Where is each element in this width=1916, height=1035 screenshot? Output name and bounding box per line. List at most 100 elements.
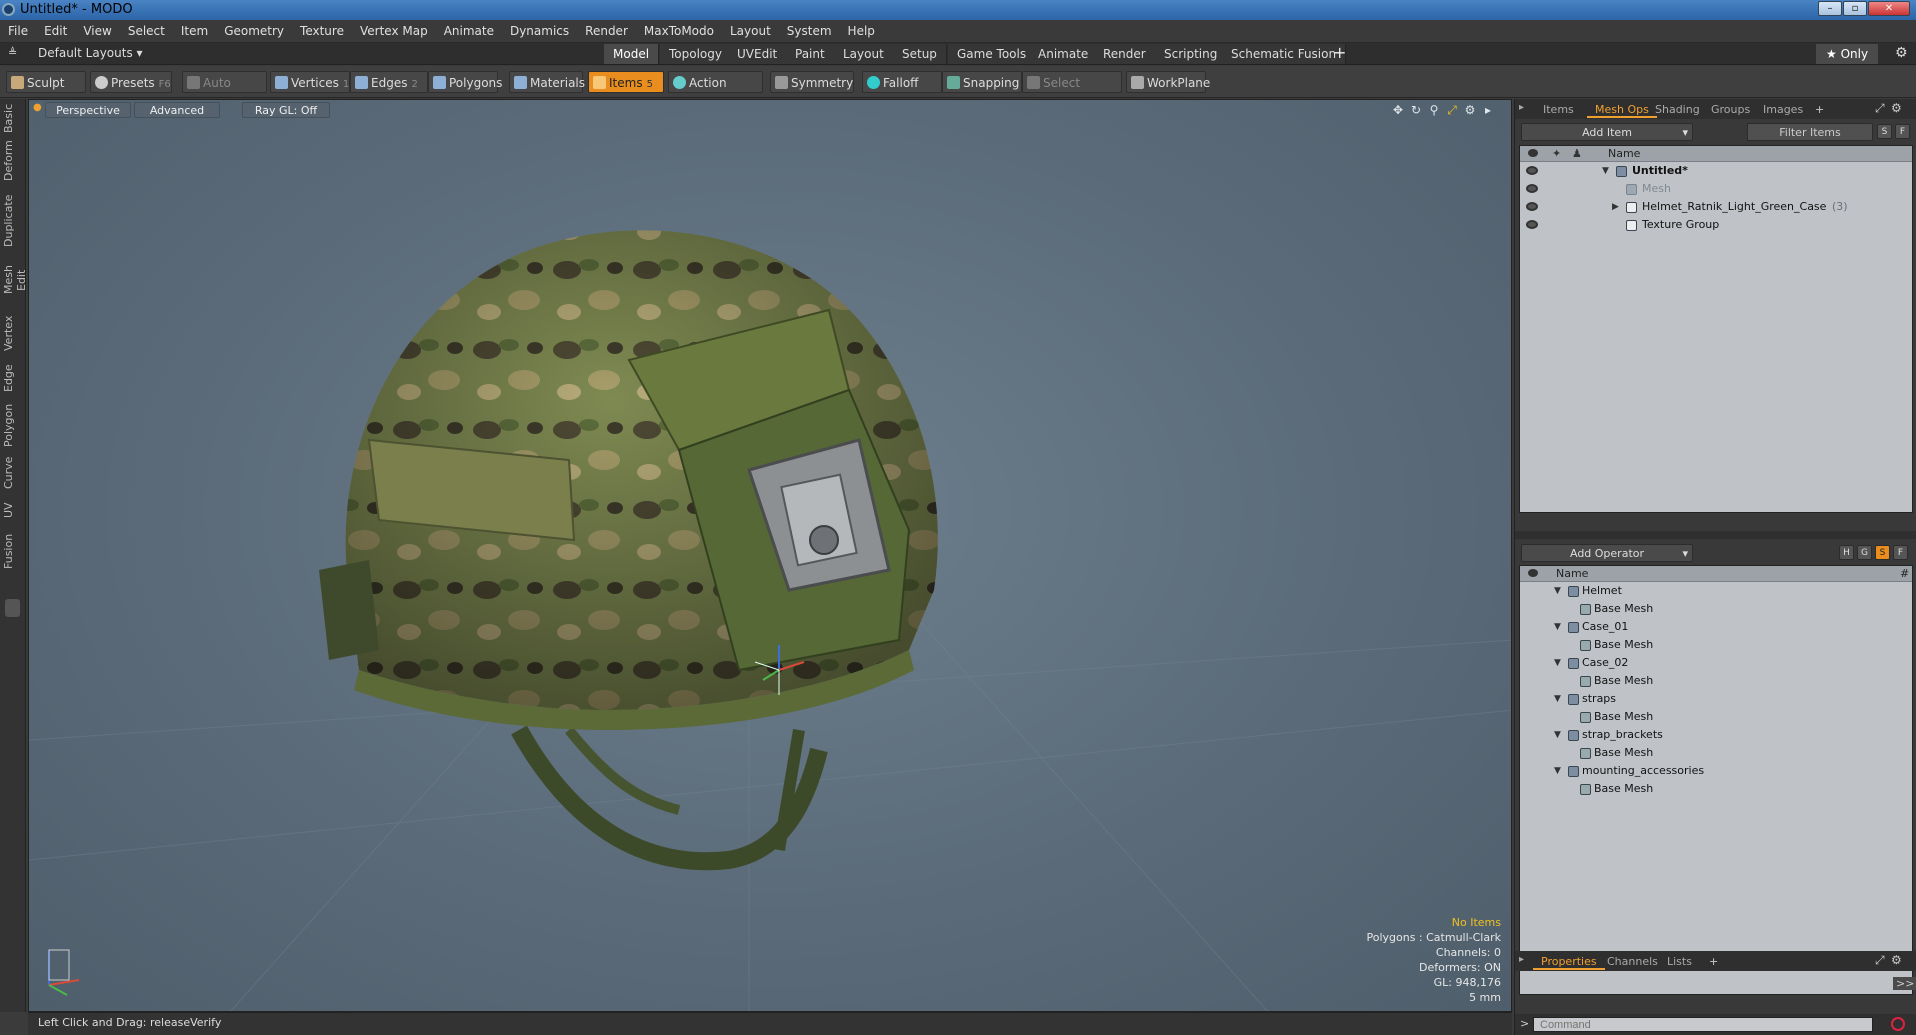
minimize-button[interactable]: – [1818, 1, 1842, 16]
vtab-basic[interactable]: Basic [2, 103, 24, 133]
collapse-arrow-icon[interactable]: ▼ [1554, 582, 1561, 600]
tab-groups[interactable]: Groups [1703, 101, 1758, 118]
f-toggle-button[interactable]: F [1895, 124, 1910, 139]
expand-panel-button[interactable]: >> [1893, 977, 1916, 990]
menu-system[interactable]: System [779, 20, 840, 43]
tab-model[interactable]: Model [604, 44, 660, 64]
materials-button[interactable]: Materials [509, 71, 585, 93]
menu-help[interactable]: Help [840, 20, 883, 43]
meshop-row-mounting-accessories[interactable]: ▼ mounting_accessories [1520, 762, 1912, 780]
menu-view[interactable]: View [75, 20, 119, 43]
3d-viewport[interactable]: ● Perspective Advanced Ray GL: Off ✥ ↻ ⚲… [28, 99, 1512, 1012]
polygons-button[interactable]: Polygons [428, 71, 502, 93]
only-button[interactable]: ★ Only [1816, 44, 1879, 64]
vertices-button[interactable]: Vertices 1 [270, 71, 350, 93]
meshop-row-base-mesh[interactable]: Base Mesh [1520, 780, 1912, 798]
tab-properties[interactable]: Properties [1533, 953, 1605, 970]
item-row-mesh[interactable]: Mesh [1520, 180, 1912, 198]
collapse-arrow-icon[interactable]: ▼ [1554, 726, 1561, 744]
s-active-toggle-button[interactable]: S [1875, 545, 1890, 560]
vtab-mesh-edit[interactable]: Mesh Edit [2, 255, 28, 305]
tab-channels[interactable]: Channels [1599, 953, 1666, 970]
menu-geometry[interactable]: Geometry [216, 20, 292, 43]
tab-setup[interactable]: Setup [893, 44, 947, 64]
item-row-scene[interactable]: ▼ Untitled* [1520, 162, 1912, 180]
layout-selector[interactable]: Default Layouts ▾ [38, 46, 143, 60]
menu-vertex-map[interactable]: Vertex Map [352, 20, 436, 43]
tab-animate[interactable]: Animate [1029, 44, 1099, 64]
collapse-arrow-icon[interactable]: ▼ [1554, 762, 1561, 780]
panel-gear-icon[interactable]: ⚙ [1891, 101, 1902, 115]
vtab-fusion[interactable]: Fusion [2, 531, 24, 571]
visibility-eye-icon[interactable] [1526, 166, 1538, 175]
tab-schematic-fusion[interactable]: Schematic Fusion [1222, 44, 1347, 64]
vtab-deform[interactable]: Deform [2, 140, 24, 181]
s-toggle-button[interactable]: S [1877, 124, 1892, 139]
menu-file[interactable]: File [0, 20, 36, 43]
menu-item[interactable]: Item [173, 20, 216, 43]
meshop-row-base-mesh[interactable]: Base Mesh [1520, 636, 1912, 654]
panel-menu-icon[interactable]: ▸ [1519, 102, 1524, 113]
expand-icon[interactable]: ⤢ [1875, 101, 1885, 116]
vtab-duplicate[interactable]: Duplicate [2, 195, 24, 247]
expand-arrow-icon[interactable]: ▶ [1612, 198, 1619, 216]
collapse-arrow-icon[interactable]: ▼ [1602, 162, 1609, 180]
meshop-row-strap-brackets[interactable]: ▼ strap_brackets [1520, 726, 1912, 744]
menu-animate[interactable]: Animate [436, 20, 502, 43]
splitter-handle[interactable] [1515, 531, 1916, 539]
vtab-edge[interactable]: Edge [2, 361, 24, 395]
snapping-button[interactable]: Snapping [942, 71, 1022, 93]
tab-topology[interactable]: Topology [660, 44, 732, 64]
tab-images[interactable]: Images [1755, 101, 1811, 118]
tab-render[interactable]: Render [1094, 44, 1156, 64]
layout-collapse-icon[interactable]: ≜ [8, 46, 17, 59]
meshop-row-base-mesh[interactable]: Base Mesh [1520, 744, 1912, 762]
command-input[interactable] [1533, 1017, 1873, 1032]
tab-uvedit[interactable]: UVEdit [728, 44, 788, 64]
collapse-arrow-icon[interactable]: ▼ [1554, 690, 1561, 708]
menu-select[interactable]: Select [120, 20, 173, 43]
visibility-eye-icon[interactable] [1526, 184, 1538, 193]
filter-items-input[interactable]: Filter Items [1747, 123, 1873, 141]
tab-shading[interactable]: Shading [1647, 101, 1708, 118]
meshop-row-helmet[interactable]: ▼ Helmet [1520, 582, 1912, 600]
add-tab-icon[interactable]: + [1701, 953, 1726, 970]
collapse-arrow-icon[interactable]: ▼ [1554, 654, 1561, 672]
meshop-row-base-mesh[interactable]: Base Mesh [1520, 600, 1912, 618]
tab-layout[interactable]: Layout [834, 44, 894, 64]
maximize-button[interactable]: ▫ [1843, 1, 1867, 16]
visibility-eye-icon[interactable] [1526, 202, 1538, 211]
meshop-row-straps[interactable]: ▼ straps [1520, 690, 1912, 708]
item-row-helmet-group[interactable]: ▶ Helmet_Ratnik_Light_Green_Case (3) [1520, 198, 1912, 216]
panel-menu-icon[interactable]: ▸ [1519, 954, 1524, 965]
vtab-vertex[interactable]: Vertex [2, 313, 24, 353]
menu-maxtomodo[interactable]: MaxToModo [636, 20, 722, 43]
meshop-row-base-mesh[interactable]: Base Mesh [1520, 672, 1912, 690]
menu-render[interactable]: Render [577, 20, 636, 43]
vtab-uv[interactable]: UV [2, 497, 24, 523]
record-icon[interactable] [1891, 1017, 1905, 1031]
expand-icon[interactable]: ⤢ [1875, 953, 1885, 968]
menu-texture[interactable]: Texture [292, 20, 352, 43]
tab-paint[interactable]: Paint [786, 44, 835, 64]
presets-button[interactable]: Presets F6 [90, 71, 172, 93]
symmetry-button[interactable]: Symmetry [770, 71, 854, 93]
name-column-header[interactable]: Name [1608, 146, 1640, 162]
tab-items[interactable]: Items [1535, 101, 1582, 118]
h-toggle-button[interactable]: H [1839, 545, 1854, 560]
close-button[interactable]: ✕ [1868, 1, 1910, 16]
tab-lists[interactable]: Lists [1659, 953, 1700, 970]
menu-dynamics[interactable]: Dynamics [502, 20, 577, 43]
edges-button[interactable]: Edges 2 [350, 71, 428, 93]
g-toggle-button[interactable]: G [1857, 545, 1872, 560]
add-operator-dropdown[interactable]: Add Operator ▾ [1521, 544, 1693, 562]
add-item-dropdown[interactable]: Add Item ▾ [1521, 123, 1693, 141]
visibility-eye-icon[interactable] [1526, 220, 1538, 229]
auto-select-button[interactable]: Auto Select [182, 71, 267, 112]
add-tab-icon[interactable]: + [1333, 43, 1346, 62]
falloff-button[interactable]: Falloff [862, 71, 942, 93]
meshop-row-base-mesh[interactable]: Base Mesh [1520, 708, 1912, 726]
tab-scripting[interactable]: Scripting [1155, 44, 1228, 64]
panel-toggle-button[interactable] [5, 599, 20, 617]
items-button[interactable]: Items 5 [588, 71, 664, 93]
